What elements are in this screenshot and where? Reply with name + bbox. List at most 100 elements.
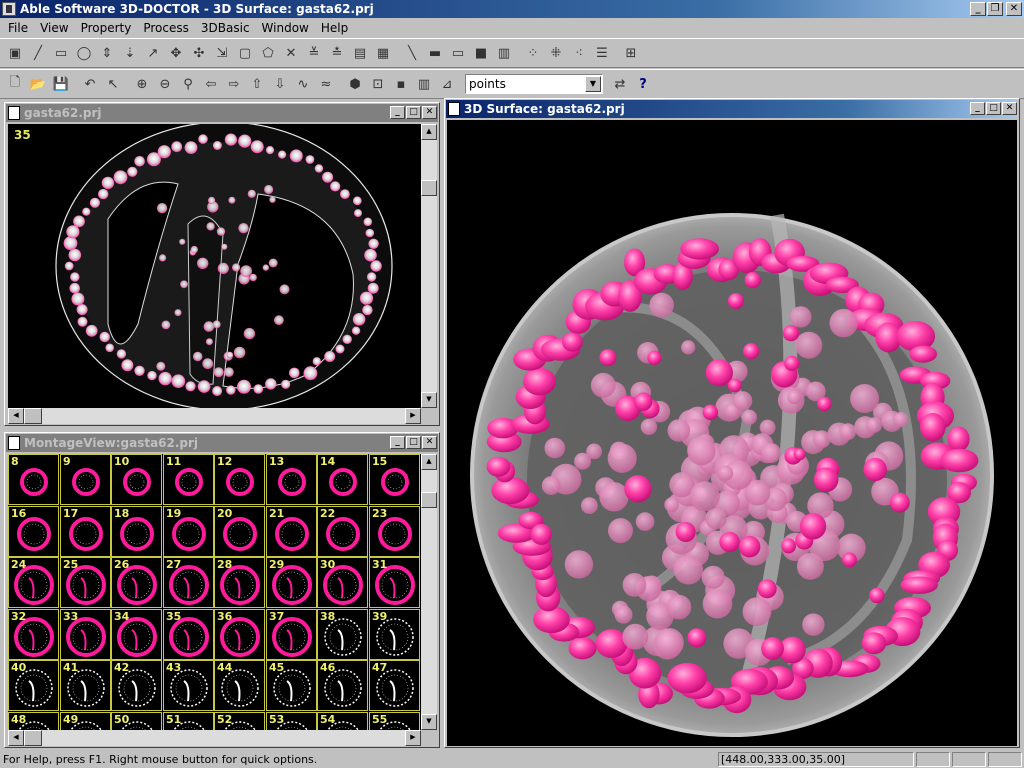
montage-cell[interactable]: 30 <box>317 557 368 608</box>
montage-cell[interactable]: 34 <box>111 609 162 660</box>
list-icon[interactable]: ☰ <box>591 42 613 64</box>
montage-cell[interactable]: 48 <box>8 712 59 730</box>
arrow-down-icon[interactable]: ⇩ <box>269 73 291 95</box>
menu-3dbasic[interactable]: 3DBasic <box>195 21 256 35</box>
move-down-icon[interactable]: ⇣ <box>119 42 141 64</box>
sort-down-icon[interactable]: ≚ <box>303 42 325 64</box>
montage-cell[interactable]: 16 <box>8 506 59 557</box>
panel-icon[interactable]: ▭ <box>447 42 469 64</box>
montage-cell[interactable]: 36 <box>214 609 265 660</box>
montage-cell[interactable]: 8 <box>8 454 59 505</box>
slice-minimize-button[interactable]: _ <box>390 106 405 119</box>
multi-move-icon[interactable]: ✣ <box>188 42 210 64</box>
slice-vertical-scrollbar[interactable]: ▲ ▼ <box>421 124 437 408</box>
line-icon[interactable]: ╲ <box>401 42 423 64</box>
zoom-in-icon[interactable]: ⊕ <box>131 73 153 95</box>
montage-cell[interactable]: 35 <box>163 609 214 660</box>
montage-cell[interactable]: 38 <box>317 609 368 660</box>
menu-property[interactable]: Property <box>75 21 138 35</box>
render-mode-select[interactable]: points ▼ <box>465 74 603 94</box>
slice-maximize-button[interactable]: □ <box>406 106 421 119</box>
sort-up-icon[interactable]: ≛ <box>326 42 348 64</box>
fit-icon[interactable]: ⊡ <box>367 73 389 95</box>
scroll-thumb[interactable] <box>24 408 42 424</box>
montage-cell[interactable]: 26 <box>111 557 162 608</box>
minimize-button[interactable]: _ <box>970 2 986 16</box>
scroll-down-icon[interactable]: ▼ <box>421 392 437 408</box>
montage-cell[interactable]: 13 <box>266 454 317 505</box>
save-icon[interactable]: 💾 <box>50 73 72 95</box>
montage-window-titlebar[interactable]: MontageView:gasta62.prj _ □ ✕ <box>6 434 438 452</box>
montage-cell[interactable]: 24 <box>8 557 59 608</box>
cross-move-icon[interactable]: ✥ <box>165 42 187 64</box>
montage-cell[interactable]: 43 <box>163 660 214 711</box>
scroll-thumb[interactable] <box>421 492 437 508</box>
montage-cell[interactable]: 10 <box>111 454 162 505</box>
montage-cell[interactable]: 15 <box>369 454 420 505</box>
montage-cell[interactable]: 11 <box>163 454 214 505</box>
zoom-out-icon[interactable]: ⊖ <box>154 73 176 95</box>
montage-cell[interactable]: 12 <box>214 454 265 505</box>
montage-cell[interactable]: 23 <box>369 506 420 557</box>
arrow-left-icon[interactable]: ⇦ <box>200 73 222 95</box>
menu-process[interactable]: Process <box>137 21 195 35</box>
image-icon[interactable]: ▤ <box>349 42 371 64</box>
montage-cell[interactable]: 53 <box>266 712 317 730</box>
scroll-down-icon[interactable]: ▼ <box>421 714 437 730</box>
montage-maximize-button[interactable]: □ <box>406 436 421 449</box>
montage-cell[interactable]: 14 <box>317 454 368 505</box>
slice-icon[interactable]: ▪ <box>390 73 412 95</box>
ellipse-icon[interactable]: ◯ <box>73 42 95 64</box>
align-icon[interactable]: ⊞ <box>620 42 642 64</box>
menu-view[interactable]: View <box>34 21 74 35</box>
slice-horizontal-scrollbar[interactable]: ◀ ▶ <box>8 408 421 424</box>
add-point-icon[interactable]: ⁜ <box>545 42 567 64</box>
scroll-up-icon[interactable]: ▲ <box>421 454 437 470</box>
montage-cell[interactable]: 27 <box>163 557 214 608</box>
polygon-icon[interactable]: ⬠ <box>257 42 279 64</box>
montage-cell[interactable]: 47 <box>369 660 420 711</box>
montage-cell[interactable]: 25 <box>60 557 111 608</box>
grid-icon[interactable]: ▦ <box>372 42 394 64</box>
scale-icon[interactable]: ⇲ <box>211 42 233 64</box>
sequence-icon[interactable]: ▥ <box>413 73 435 95</box>
pan-icon[interactable]: ⚲ <box>177 73 199 95</box>
menu-help[interactable]: Help <box>315 21 354 35</box>
move-vertical-icon[interactable]: ⇕ <box>96 42 118 64</box>
montage-cell[interactable]: 40 <box>8 660 59 711</box>
montage-cell[interactable]: 21 <box>266 506 317 557</box>
fill-icon[interactable]: ■ <box>470 42 492 64</box>
close-button[interactable]: ✕ <box>1006 2 1022 16</box>
montage-cell[interactable]: 51 <box>163 712 214 730</box>
montage-cell[interactable]: 22 <box>317 506 368 557</box>
scroll-thumb[interactable] <box>24 730 42 746</box>
scroll-thumb[interactable] <box>421 180 437 196</box>
scroll-right-icon[interactable]: ▶ <box>405 408 421 424</box>
montage-cell[interactable]: 55 <box>369 712 420 730</box>
select-icon[interactable]: ▣ <box>4 42 26 64</box>
montage-cell[interactable]: 33 <box>60 609 111 660</box>
montage-minimize-button[interactable]: _ <box>390 436 405 449</box>
montage-cell[interactable]: 44 <box>214 660 265 711</box>
arrow-up-icon[interactable]: ⇧ <box>246 73 268 95</box>
render-icon[interactable]: ⇄ <box>609 73 631 95</box>
montage-horizontal-scrollbar[interactable]: ◀ ▶ <box>8 730 421 746</box>
montage-cell[interactable]: 50 <box>111 712 162 730</box>
montage-cell[interactable]: 39 <box>369 609 420 660</box>
montage-cell[interactable]: 19 <box>163 506 214 557</box>
scroll-left-icon[interactable]: ◀ <box>8 408 24 424</box>
surface-maximize-button[interactable]: □ <box>986 102 1001 115</box>
frame-icon[interactable]: ▬ <box>424 42 446 64</box>
slice-window[interactable]: gasta62.prj _ □ ✕ 35 ▲ ▼ ◀ ▶ <box>4 102 440 426</box>
rectangle-icon[interactable]: ▭ <box>50 42 72 64</box>
new-file-icon[interactable]: 🗋 <box>4 73 26 95</box>
montage-cell[interactable]: 41 <box>60 660 111 711</box>
montage-cell[interactable]: 31 <box>369 557 420 608</box>
montage-cell[interactable]: 46 <box>317 660 368 711</box>
wave-alt-icon[interactable]: ≈ <box>315 73 337 95</box>
montage-view[interactable]: 8 9 10 11 12 13 14 15 16 17 18 19 20 21 22 23 24 25 26 27 28… <box>8 454 421 730</box>
scroll-left-icon[interactable]: ◀ <box>8 730 24 746</box>
undo-icon[interactable]: ↶ <box>79 73 101 95</box>
context-help-icon[interactable]: ? <box>632 73 654 95</box>
point-icon[interactable]: ⁘ <box>522 42 544 64</box>
